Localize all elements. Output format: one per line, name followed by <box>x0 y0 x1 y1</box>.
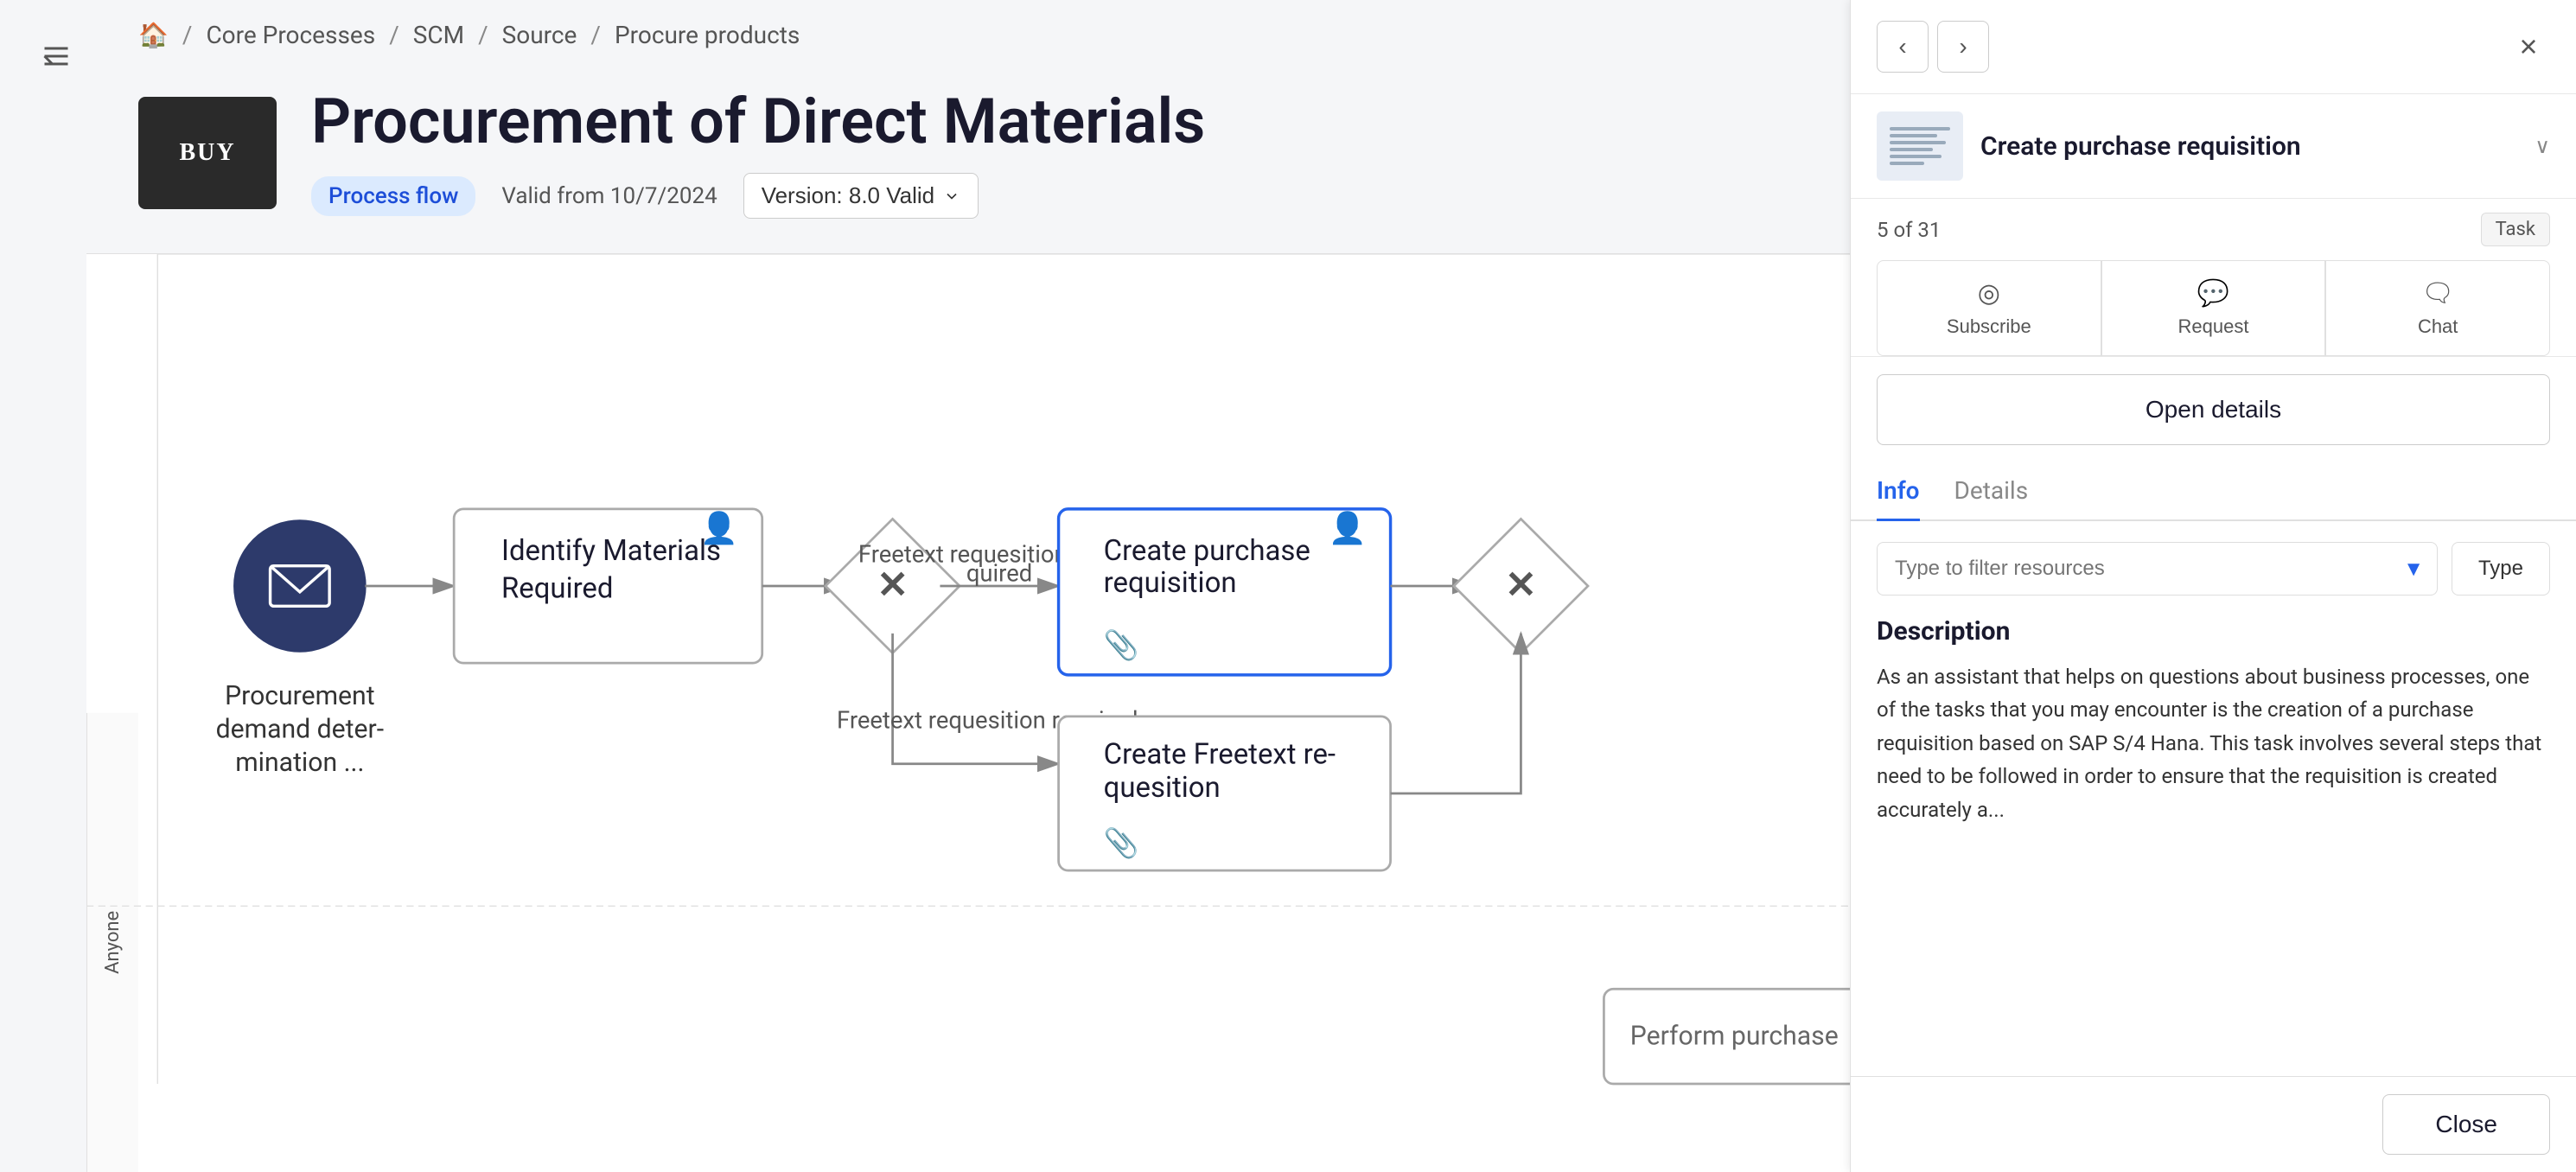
panel-next-button[interactable]: › <box>1937 21 1989 73</box>
process-flow-badge: Process flow <box>311 176 475 216</box>
panel-header: ‹ › × <box>1851 0 2576 94</box>
svg-text:quesition: quesition <box>1104 771 1221 805</box>
panel-counter: 5 of 31 Task <box>1851 199 2576 260</box>
thumbnail-text: BUY <box>179 139 235 167</box>
description-section: Description As an assistant that helps o… <box>1851 596 2576 1076</box>
description-title: Description <box>1877 616 2550 647</box>
svg-text:✕: ✕ <box>877 563 909 608</box>
filter-icon: ▼ <box>2403 557 2424 582</box>
chat-label: Chat <box>2418 315 2458 338</box>
svg-text:Create Freetext re-: Create Freetext re- <box>1104 738 1336 772</box>
svg-text:Perform purchase: Perform purchase <box>1630 1022 1839 1052</box>
panel-card-chevron[interactable]: ∨ <box>2535 134 2550 158</box>
panel-bottom: Close <box>1851 1076 2576 1172</box>
chat-button[interactable]: 🗨 Chat <box>2325 260 2550 356</box>
breadcrumb-core-processes[interactable]: Core Processes <box>206 21 375 49</box>
svg-text:Identify Materials: Identify Materials <box>501 534 721 568</box>
breadcrumb-scm[interactable]: SCM <box>413 21 464 49</box>
svg-text:Required: Required <box>501 572 613 606</box>
description-text: As an assistant that helps on questions … <box>1877 660 2550 826</box>
svg-text:mination ...: mination ... <box>235 748 364 778</box>
filter-row: ▼ Type <box>1851 521 2576 596</box>
chat-icon: 🗨 <box>2421 278 2454 309</box>
sidebar-toggle[interactable] <box>35 35 78 78</box>
svg-text:Procurement: Procurement <box>225 681 374 711</box>
version-dropdown[interactable]: Version: 8.0 Valid <box>743 173 979 219</box>
svg-text:✕: ✕ <box>1505 563 1537 608</box>
svg-text:quired: quired <box>966 560 1032 588</box>
svg-text:📎: 📎 <box>1104 826 1139 861</box>
breadcrumb-home[interactable]: 🏠 <box>138 21 169 49</box>
svg-text:Create purchase: Create purchase <box>1104 534 1310 568</box>
close-button[interactable]: Close <box>2382 1094 2550 1155</box>
request-icon: 💬 <box>2197 278 2229 309</box>
open-details-button[interactable]: Open details <box>1877 374 2550 445</box>
svg-text:📎: 📎 <box>1104 628 1139 663</box>
svg-text:requisition: requisition <box>1104 566 1237 600</box>
breadcrumb-procure[interactable]: Procure products <box>615 21 800 49</box>
panel-card-title: Create purchase requisition <box>1980 130 2517 163</box>
valid-date: Valid from 10/7/2024 <box>501 183 717 209</box>
filter-input[interactable] <box>1877 542 2438 596</box>
request-button[interactable]: 💬 Request <box>2101 260 2326 356</box>
request-label: Request <box>2178 315 2249 338</box>
page-title: Procurement of Direct Materials <box>311 87 1205 156</box>
tab-info[interactable]: Info <box>1877 462 1920 521</box>
panel-counter-text: 5 of 31 <box>1877 218 1941 242</box>
page-meta: Process flow Valid from 10/7/2024 Versio… <box>311 173 1205 219</box>
subscribe-button[interactable]: ◎ Subscribe <box>1877 260 2101 356</box>
panel-prev-button[interactable]: ‹ <box>1877 21 1929 73</box>
filter-input-wrap: ▼ <box>1877 542 2438 596</box>
panel-close-button[interactable]: × <box>2507 25 2550 68</box>
breadcrumb-source[interactable]: Source <box>502 21 577 49</box>
panel-card: Create purchase requisition ∨ <box>1851 94 2576 199</box>
subscribe-icon: ◎ <box>1978 278 2000 309</box>
tab-details[interactable]: Details <box>1954 462 2029 521</box>
panel-actions: ◎ Subscribe 💬 Request 🗨 Chat <box>1851 260 2576 357</box>
right-panel: ‹ › × Create purchase requisition ∨ 5 of… <box>1850 0 2576 1172</box>
panel-tabs: Info Details <box>1851 462 2576 521</box>
type-button[interactable]: Type <box>2452 542 2550 596</box>
subscribe-label: Subscribe <box>1947 315 2031 338</box>
svg-text:👤: 👤 <box>1329 510 1367 546</box>
panel-card-thumbnail <box>1877 111 1963 181</box>
page-title-area: Procurement of Direct Materials Process … <box>311 87 1205 219</box>
panel-task-badge: Task <box>2481 213 2550 246</box>
svg-text:demand deter-: demand deter- <box>216 715 384 745</box>
page-thumbnail: BUY <box>138 97 277 209</box>
panel-nav: ‹ › <box>1877 21 1989 73</box>
